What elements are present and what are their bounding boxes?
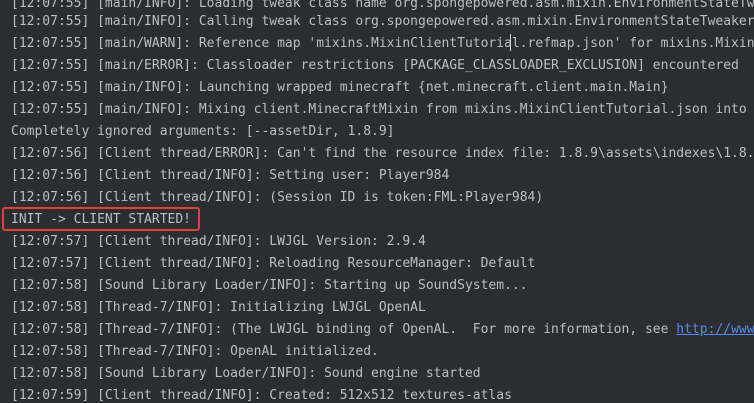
console-line: [12:07:58] [Thread-7/INFO]: Initializing… [11,300,426,315]
console-line: [12:07:57] [Client thread/INFO]: Reloadi… [11,256,536,271]
text-cursor [510,34,511,51]
console-line: [12:07:55] [main/INFO]: Launching wrappe… [11,80,669,95]
console-line-text: [12:07:58] [Thread-7/INFO]: (The LWJGL b… [11,322,677,337]
console-line: [12:07:56] [Client thread/INFO]: Setting… [11,168,450,183]
console-line: [12:07:58] [Sound Library Loader/INFO]: … [11,366,481,381]
console-output[interactable]: [12:07:55] [main/INFO]: Loading tweak cl… [0,0,754,403]
console-line: [12:07:57] [Client thread/INFO]: LWJGL V… [11,234,426,249]
console-line: [12:07:58] [Thread-7/INFO]: OpenAL initi… [11,344,379,359]
console-line: [12:07:56] [Client thread/ERROR]: Can't … [11,146,754,161]
console-line: Completely ignored arguments: [--assetDi… [11,124,395,139]
console-line: [12:07:55] [main/WARN]: Reference map 'm… [11,36,754,51]
console-line: [12:07:59] [Client thread/INFO]: Created… [11,388,512,403]
console-line: [12:07:55] [main/INFO]: Calling tweak cl… [11,14,754,29]
highlight-box [2,207,200,231]
console-line: [12:07:56] [Client thread/INFO]: (Sessio… [11,190,544,205]
console-line: [12:07:58] [Sound Library Loader/INFO]: … [11,278,528,293]
lwjgl-link[interactable]: http://www.lwjgl.org [676,322,754,337]
console-line: [12:07:55] [main/INFO]: Mixing client.Mi… [11,102,747,117]
console-line: [12:07:55] [main/ERROR]: Classloader res… [11,58,739,73]
console-line-with-link: [12:07:58] [Thread-7/INFO]: (The LWJGL b… [11,319,754,341]
